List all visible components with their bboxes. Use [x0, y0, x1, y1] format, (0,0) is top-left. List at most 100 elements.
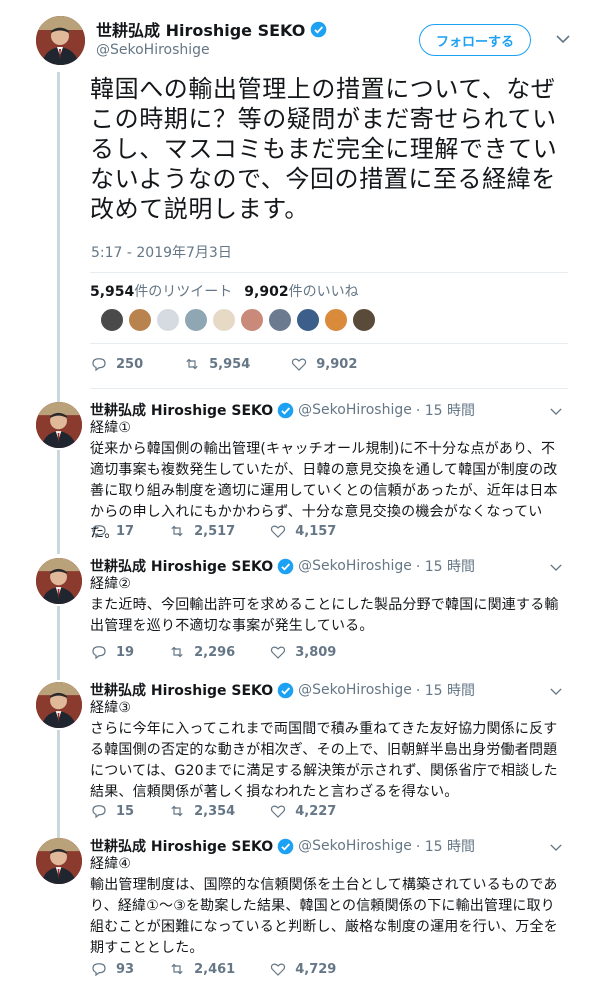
- like-button[interactable]: 4,729: [269, 960, 336, 978]
- reply-header: 世耕弘成 Hiroshige SEKO @SekoHiroshige · 15 …: [90, 836, 475, 856]
- liker-avatar[interactable]: [128, 308, 152, 332]
- reply-button[interactable]: 17: [90, 522, 134, 540]
- like-count: 4,729: [295, 961, 337, 977]
- retweet-icon: [171, 646, 183, 658]
- reply-icon: [92, 646, 106, 660]
- tweet-actions: 19 2,296 3,809: [90, 643, 370, 661]
- like-icon: [271, 646, 286, 659]
- reply-header: 世耕弘成 Hiroshige SEKO @SekoHiroshige · 15 …: [90, 680, 475, 700]
- tweet-text: 経緯④ 輸出管理制度は、国際的な信頼関係を土台として構築されているものであり、経…: [90, 856, 558, 956]
- reply-count: 250: [116, 356, 144, 372]
- avatar[interactable]: [36, 558, 82, 604]
- reply-count: 93: [116, 961, 135, 977]
- tweet-stats: 5,954件のリツイート 9,902件のいいね: [90, 281, 359, 301]
- verified-badge-icon: [277, 682, 294, 698]
- author-name[interactable]: 世耕弘成 Hiroshige SEKO: [90, 556, 273, 576]
- reply-header: 世耕弘成 Hiroshige SEKO @SekoHiroshige · 15 …: [90, 400, 475, 420]
- like-button[interactable]: 4,227: [269, 802, 336, 820]
- reply-button[interactable]: 15: [90, 802, 134, 820]
- like-stat[interactable]: 9,902件のいいね: [244, 281, 358, 301]
- author-handle[interactable]: @SekoHiroshige: [298, 402, 412, 418]
- retweet-button[interactable]: 5,954: [183, 355, 250, 373]
- chevron-down-icon[interactable]: [556, 30, 570, 48]
- author-handle[interactable]: @SekoHiroshige: [298, 558, 412, 574]
- like-count: 9,902: [316, 356, 358, 372]
- liker-avatar[interactable]: [212, 308, 236, 332]
- author-handle[interactable]: @SekoHiroshige: [298, 682, 412, 698]
- like-button[interactable]: 9,902: [290, 355, 357, 373]
- author-name[interactable]: 世耕弘成 Hiroshige SEKO: [96, 17, 327, 41]
- tweet-actions: 93 2,461 4,729: [90, 960, 370, 978]
- retweet-icon: [186, 358, 198, 370]
- author-handle[interactable]: @SekoHiroshige: [96, 42, 210, 58]
- reply-header: 世耕弘成 Hiroshige SEKO @SekoHiroshige · 15 …: [90, 556, 475, 576]
- avatar[interactable]: [36, 682, 82, 728]
- thread-line: [57, 450, 60, 554]
- follow-button[interactable]: フォローする: [419, 24, 531, 56]
- tweet-text: 経緯③ さらに今年に入ってこれまで両国間で積み重ねてきた友好協力関係に反する韓国…: [90, 700, 558, 800]
- liker-avatars: [100, 308, 376, 332]
- verified-badge-icon: [277, 838, 294, 854]
- liker-avatar[interactable]: [240, 308, 264, 332]
- verified-badge-icon: [277, 558, 294, 574]
- avatar[interactable]: [36, 402, 82, 448]
- retweet-button[interactable]: 2,517: [168, 522, 235, 540]
- verified-badge-icon: [311, 21, 327, 37]
- like-button[interactable]: 3,809: [269, 643, 336, 661]
- liker-avatar[interactable]: [100, 308, 124, 332]
- retweet-count: 2,296: [194, 644, 236, 660]
- tweet-actions: 250 5,954 9,902: [90, 355, 397, 373]
- like-button[interactable]: 4,157: [269, 522, 336, 540]
- liker-avatar[interactable]: [352, 308, 376, 332]
- tweet-text: 韓国への輸出管理上の措置について、なぜこの時期に？等の疑問がまだ寄せられているし…: [90, 75, 558, 223]
- reply-icon: [92, 358, 106, 372]
- retweet-count: 2,354: [194, 803, 236, 819]
- retweet-icon: [171, 525, 183, 537]
- like-count: 4,157: [295, 523, 337, 539]
- avatar[interactable]: [36, 16, 85, 65]
- liker-avatar[interactable]: [296, 308, 320, 332]
- tweet-timestamp[interactable]: 5:17 - 2019年7月3日: [91, 242, 232, 262]
- liker-avatar[interactable]: [156, 308, 180, 332]
- thread-line: [57, 730, 60, 838]
- retweet-button[interactable]: 2,354: [168, 802, 235, 820]
- like-icon: [271, 805, 286, 818]
- tweet-actions: 15 2,354 4,227: [90, 802, 370, 820]
- author-name[interactable]: 世耕弘成 Hiroshige SEKO: [90, 400, 273, 420]
- retweet-button[interactable]: 2,461: [168, 960, 235, 978]
- reply-count: 15: [116, 803, 135, 819]
- retweet-count: 2,517: [194, 523, 236, 539]
- reply-button[interactable]: 19: [90, 643, 134, 661]
- avatar[interactable]: [36, 838, 82, 884]
- divider: [90, 388, 568, 389]
- reply-count: 17: [116, 523, 135, 539]
- retweet-icon: [171, 963, 183, 975]
- tweet-actions: 17 2,517 4,157: [90, 522, 370, 540]
- retweet-stat[interactable]: 5,954件のリツイート: [90, 281, 232, 301]
- tweet-timestamp[interactable]: · 15 時間: [416, 556, 475, 576]
- divider: [90, 272, 568, 273]
- liker-avatar[interactable]: [268, 308, 292, 332]
- retweet-count: 2,461: [194, 961, 236, 977]
- tweet-timestamp[interactable]: · 15 時間: [416, 680, 475, 700]
- like-count: 4,227: [295, 803, 337, 819]
- tweet-timestamp[interactable]: · 15 時間: [416, 836, 475, 856]
- author-name[interactable]: 世耕弘成 Hiroshige SEKO: [90, 836, 273, 856]
- liker-avatar[interactable]: [184, 308, 208, 332]
- author-name[interactable]: 世耕弘成 Hiroshige SEKO: [90, 680, 273, 700]
- retweet-button[interactable]: 2,296: [168, 643, 235, 661]
- reply-count: 19: [116, 644, 135, 660]
- reply-button[interactable]: 250: [90, 355, 143, 373]
- reply-icon: [92, 525, 106, 539]
- like-icon: [271, 963, 286, 976]
- liker-avatar[interactable]: [324, 308, 348, 332]
- retweet-count: 5,954: [209, 356, 251, 372]
- retweet-icon: [171, 805, 183, 817]
- author-handle[interactable]: @SekoHiroshige: [298, 838, 412, 854]
- tweet-timestamp[interactable]: · 15 時間: [416, 400, 475, 420]
- like-icon: [271, 525, 286, 538]
- reply-button[interactable]: 93: [90, 960, 134, 978]
- author-name-text[interactable]: 世耕弘成 Hiroshige SEKO: [96, 17, 305, 41]
- reply-icon: [92, 805, 106, 819]
- reply-icon: [92, 963, 106, 977]
